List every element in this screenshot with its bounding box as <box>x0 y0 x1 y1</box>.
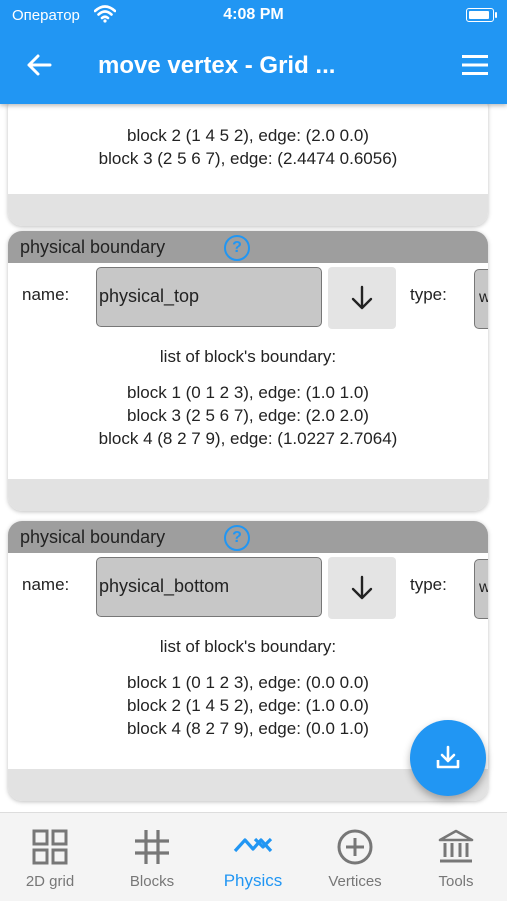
card-footer <box>8 479 488 511</box>
boundary-line: block 4 (8 2 7 9), edge: (1.0227 2.7064) <box>98 429 398 448</box>
name-dropdown-button[interactable] <box>328 267 396 329</box>
hashtag-icon <box>135 830 169 864</box>
card-header: physical boundary ? <box>8 231 488 263</box>
name-dropdown-button[interactable] <box>328 557 396 619</box>
boundary-line: block 1 (0 1 2 3), edge: (1.0 1.0) <box>127 383 369 402</box>
nav-label: 2D grid <box>25 873 75 890</box>
boundary-list-title: list of block's boundary: <box>159 347 337 366</box>
help-icon[interactable]: ? <box>224 525 250 551</box>
nav-item-2d-grid[interactable]: 2D grid <box>0 813 100 901</box>
app-bar: Оператор 4:08 PM move vertex - Grid ... <box>0 0 507 104</box>
nav-item-physics[interactable]: Physics <box>203 813 303 901</box>
arrow-down-icon <box>351 285 373 310</box>
boundary-list: block 1 (0 1 2 3), edge: (1.0 1.0) block… <box>8 381 488 450</box>
physics-wave-icon <box>233 837 273 853</box>
physical-boundary-card: physical boundary ? name: physical_top t… <box>8 231 488 511</box>
boundary-list-title: list of block's boundary: <box>159 637 337 656</box>
battery-icon <box>466 8 497 22</box>
add-circle-icon <box>337 829 373 865</box>
boundary-name-input[interactable]: physical_top <box>96 267 322 327</box>
nav-item-tools[interactable]: Tools <box>406 813 506 901</box>
clock: 4:08 PM <box>223 6 284 23</box>
bank-icon <box>438 829 474 863</box>
nav-item-blocks[interactable]: Blocks <box>102 813 202 901</box>
nav-label: Vertices <box>328 873 382 890</box>
boundary-line: block 3 (2 5 6 7), edge: (2.4474 0.6056) <box>98 149 398 168</box>
card-header-title: physical boundary <box>20 527 166 547</box>
type-label: type: <box>410 575 447 594</box>
nav-label: Blocks <box>129 873 175 890</box>
boundary-type-input[interactable]: w <box>474 559 488 619</box>
name-type-row: name: physical_top type: w <box>8 263 488 335</box>
boundary-type-input[interactable]: w <box>474 269 488 329</box>
download-icon <box>436 745 460 769</box>
back-arrow-icon[interactable] <box>24 50 54 80</box>
card-header-title: physical boundary <box>20 237 166 257</box>
download-fab-button[interactable] <box>410 720 486 796</box>
boundary-list: block 1 (0 1 2 3), edge: (0.0 0.0) block… <box>8 671 488 740</box>
boundary-line: block 1 (0 1 2 3), edge: (0.0 0.0) <box>127 673 369 692</box>
help-icon[interactable]: ? <box>224 235 250 261</box>
type-label: type: <box>410 285 447 304</box>
boundary-list: block 2 (1 4 5 2), edge: (2.0 0.0) block… <box>8 124 488 170</box>
boundary-name-input[interactable]: physical_bottom <box>96 557 322 617</box>
boundary-line: block 3 (2 5 6 7), edge: (2.0 2.0) <box>127 406 369 425</box>
content-scroll-area[interactable]: block 2 (1 4 5 2), edge: (2.0 0.0) block… <box>0 104 507 812</box>
name-label: name: <box>22 575 70 594</box>
name-type-row: name: physical_bottom type: w <box>8 553 488 625</box>
boundary-line: block 2 (1 4 5 2), edge: (2.0 0.0) <box>127 126 369 145</box>
nav-label: Physics <box>223 871 283 890</box>
nav-label: Tools <box>438 873 474 890</box>
hamburger-menu-icon[interactable] <box>461 52 489 78</box>
arrow-down-icon <box>351 575 373 600</box>
boundary-line: block 2 (1 4 5 2), edge: (1.0 0.0) <box>127 696 369 715</box>
grid-view-icon <box>32 829 68 865</box>
status-bar: Оператор 4:08 PM <box>0 0 507 32</box>
bottom-navigation: 2D grid Blocks Physics Vertices Tools <box>0 812 507 901</box>
card-footer <box>8 194 488 226</box>
boundary-card-partial: block 2 (1 4 5 2), edge: (2.0 0.0) block… <box>8 104 488 226</box>
nav-item-vertices[interactable]: Vertices <box>305 813 405 901</box>
name-label: name: <box>22 285 70 304</box>
card-header: physical boundary ? <box>8 521 488 553</box>
page-title: move vertex - Grid ... <box>98 52 336 79</box>
